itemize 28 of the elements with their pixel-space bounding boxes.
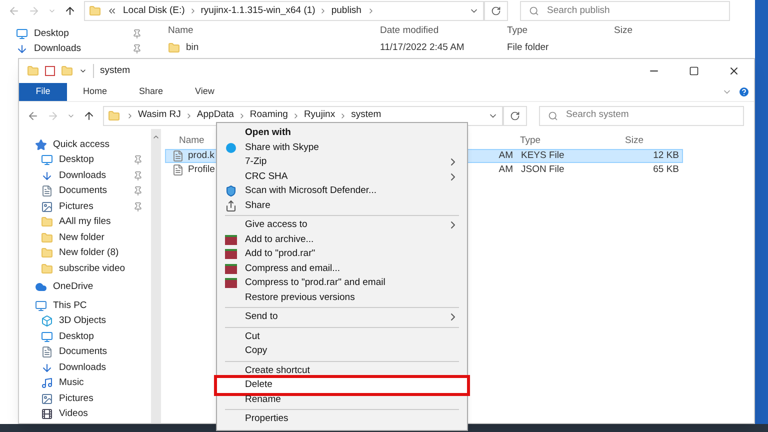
menu-label: Copy	[245, 344, 268, 358]
menu-label: Open with	[245, 126, 291, 140]
size-cell-text: 12 KB	[652, 148, 679, 163]
menu-label: Delete	[245, 378, 272, 392]
menu-label: Send to	[245, 310, 278, 324]
menu-label: Share	[245, 198, 270, 213]
menu-label: Rename	[245, 392, 281, 407]
menu-label: CRC SHA	[245, 170, 288, 184]
menu-label: Cut	[245, 330, 260, 344]
menu-label: Compress and email...	[245, 262, 340, 276]
size-cell-text: 65 KB	[652, 162, 679, 177]
menu-label: 7-Zip	[245, 155, 267, 170]
window-title: system	[93, 64, 130, 78]
menu-label: Scan with Microsoft Defender...	[245, 184, 376, 198]
date-cell-text: AM	[498, 148, 514, 163]
menu-label: Create shortcut	[245, 364, 310, 378]
menu-label: Give access to	[245, 218, 308, 232]
menu-label: Restore previous versions	[245, 290, 355, 305]
menu-label: Add to "prod.rar"	[245, 247, 316, 262]
menu-label: Add to archive...	[245, 232, 314, 247]
date-cell-text: AM	[498, 162, 514, 177]
menu-label: Compress to "prod.rar" and email	[245, 276, 386, 290]
menu-label: Properties	[245, 412, 288, 426]
date-cell-text: 11/17/2022 2:45 AM	[380, 40, 466, 55]
type-cell-text: JSON File	[521, 162, 566, 177]
type-cell-text: File folder	[507, 40, 550, 55]
type-cell-text: KEYS File	[521, 148, 566, 163]
menu-label: Share with Skype	[245, 140, 319, 155]
